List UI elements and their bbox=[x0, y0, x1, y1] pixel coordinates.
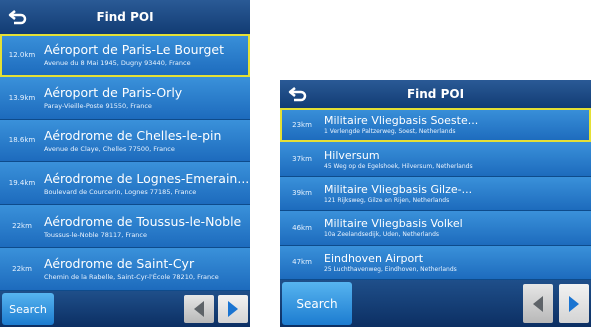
triangle-right-icon bbox=[569, 295, 579, 312]
poi-list: 23km Militaire Vliegbasis Soeste... 1 Ve… bbox=[280, 108, 591, 280]
poi-name: Aérodrome de Lognes-Emerain... bbox=[44, 170, 250, 186]
back-arrow-icon bbox=[8, 10, 27, 25]
header: Find POI bbox=[0, 0, 250, 35]
page-title: Find POI bbox=[96, 10, 154, 24]
distance-label: 39km bbox=[292, 189, 312, 198]
distance-label: 47km bbox=[292, 258, 312, 267]
poi-address: Avenue du 8 Mai 1945, Dugny 93440, Franc… bbox=[44, 59, 191, 68]
list-item[interactable]: 23km Militaire Vliegbasis Soeste... 1 Ve… bbox=[280, 108, 591, 143]
search-button[interactable]: Search bbox=[282, 282, 352, 325]
header: Find POI bbox=[280, 80, 591, 109]
footer-toolbar: Search bbox=[0, 291, 250, 327]
list-item[interactable]: 22km Aérodrome de Saint-Cyr Chemin de la… bbox=[0, 247, 250, 291]
prev-page-button[interactable] bbox=[184, 295, 214, 323]
back-arrow-icon bbox=[288, 87, 307, 102]
poi-name: Aérodrome de Saint-Cyr bbox=[44, 256, 195, 272]
poi-address: Avenue de Claye, Chelles 77500, France bbox=[44, 144, 175, 153]
distance-label: 22km bbox=[12, 222, 32, 231]
poi-name: Aérodrome de Chelles-le-pin bbox=[44, 127, 222, 143]
list-item[interactable]: 12.0km Aéroport de Paris-Le Bourget Aven… bbox=[0, 34, 250, 77]
distance-label: 37km bbox=[292, 155, 312, 164]
distance-label: 18.6km bbox=[8, 136, 36, 145]
poi-address: 25 Luchthavenweg, Eindhoven, Netherlands bbox=[324, 265, 457, 273]
poi-list: 12.0km Aéroport de Paris-Le Bourget Aven… bbox=[0, 34, 250, 291]
poi-name: Militaire Vliegbasis Soeste... bbox=[324, 114, 479, 128]
poi-screen-right: Find POI 23km Militaire Vliegbasis Soest… bbox=[280, 80, 591, 327]
next-page-button[interactable] bbox=[218, 295, 248, 323]
poi-screen-left: Find POI 12.0km Aéroport de Paris-Le Bou… bbox=[0, 0, 250, 327]
poi-name: Aérodrome de Toussus-le-Noble bbox=[44, 213, 242, 229]
poi-name: Eindhoven Airport bbox=[324, 251, 424, 265]
list-item[interactable]: 13.9km Aéroport de Paris-Orly Paray-Viei… bbox=[0, 76, 250, 120]
poi-address: 10a Zeelandsedijk, Uden, Netherlands bbox=[324, 231, 439, 239]
next-page-button[interactable] bbox=[559, 284, 589, 323]
poi-address: 45 Weg op de Egelshoek, Hilversum, Nethe… bbox=[324, 162, 473, 170]
list-item[interactable]: 47km Eindhoven Airport 25 Luchthavenweg,… bbox=[280, 245, 591, 280]
distance-label: 23km bbox=[292, 120, 312, 129]
poi-address: 1 Verlengde Paltzerweg, Soest, Netherlan… bbox=[324, 128, 456, 136]
poi-address: Chemin de la Rabelle, Saint-Cyr-l'École … bbox=[44, 273, 219, 282]
triangle-right-icon bbox=[228, 301, 238, 317]
back-button[interactable] bbox=[286, 83, 310, 105]
search-button[interactable]: Search bbox=[2, 293, 54, 325]
distance-label: 12.0km bbox=[8, 50, 36, 59]
poi-name: Militaire Vliegbasis Gilze-... bbox=[324, 182, 473, 196]
poi-address: Toussus-le-Noble 78117, France bbox=[44, 230, 147, 239]
poi-name: Hilversum bbox=[324, 148, 380, 162]
footer-toolbar: Search bbox=[280, 280, 591, 327]
poi-name: Aéroport de Paris-Orly bbox=[44, 85, 183, 101]
distance-label: 13.9km bbox=[8, 93, 36, 102]
list-item[interactable]: 19.4km Aérodrome de Lognes-Emerain... Bo… bbox=[0, 162, 250, 206]
poi-name: Aéroport de Paris-Le Bourget bbox=[44, 42, 224, 58]
poi-address: Paray-Vieille-Poste 91550, France bbox=[44, 102, 152, 111]
list-item[interactable]: 37km Hilversum 45 Weg op de Egelshoek, H… bbox=[280, 142, 591, 177]
list-item[interactable]: 22km Aérodrome de Toussus-le-Noble Touss… bbox=[0, 205, 250, 248]
poi-name: Militaire Vliegbasis Volkel bbox=[324, 217, 463, 231]
back-button[interactable] bbox=[6, 6, 30, 28]
list-item[interactable]: 46km Militaire Vliegbasis Volkel 10a Zee… bbox=[280, 211, 591, 246]
distance-label: 22km bbox=[12, 264, 32, 273]
list-item[interactable]: 18.6km Aérodrome de Chelles-le-pin Avenu… bbox=[0, 119, 250, 163]
poi-address: Boulevard de Courcerin, Lognes 77185, Fr… bbox=[44, 187, 197, 196]
page-title: Find POI bbox=[406, 87, 465, 101]
triangle-left-icon bbox=[194, 301, 204, 317]
distance-label: 46km bbox=[292, 223, 312, 232]
list-item[interactable]: 39km Militaire Vliegbasis Gilze-... 121 … bbox=[280, 176, 591, 212]
poi-address: 121 Rijksweg, Gilze en Rijen, Netherland… bbox=[324, 196, 450, 204]
triangle-left-icon bbox=[533, 295, 543, 312]
distance-label: 19.4km bbox=[8, 179, 36, 188]
prev-page-button[interactable] bbox=[523, 284, 553, 323]
